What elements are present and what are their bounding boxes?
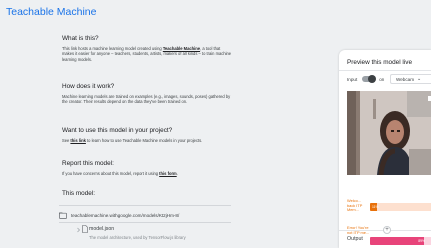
plus-icon: + bbox=[385, 227, 389, 233]
teachable-machine-link[interactable]: Teachable Machine bbox=[163, 46, 200, 51]
folder-link-icon bbox=[59, 212, 67, 219]
model-file-desc: The model architecture, used by TensorFl… bbox=[89, 235, 186, 240]
output-label: Output bbox=[347, 236, 363, 242]
info-column: What is this? This link hosts a machine … bbox=[59, 26, 239, 248]
preview-title: Preview this model live bbox=[347, 59, 412, 66]
webcam-frame-image bbox=[347, 91, 431, 175]
input-label: Input bbox=[347, 76, 358, 82]
input-source-select[interactable]: Webcam ⌄ bbox=[390, 74, 431, 84]
model-url-row[interactable]: teachablemachine.withgoogle.com/models/K… bbox=[59, 211, 234, 220]
model-url[interactable]: teachablemachine.withgoogle.com/models/K… bbox=[71, 213, 179, 218]
what-body: This link hosts a machine learning model… bbox=[62, 46, 232, 62]
class-percent: 89% bbox=[418, 239, 425, 243]
input-toggle[interactable] bbox=[362, 75, 377, 83]
preview-panel: Preview this model live Input on Webcam … bbox=[339, 50, 431, 248]
class-label: Error! You're not ITP me... bbox=[347, 225, 370, 235]
divider bbox=[59, 222, 231, 223]
report-form-link[interactable]: this form bbox=[159, 171, 177, 176]
model-file-row[interactable]: model.json The model architecture, used … bbox=[76, 225, 226, 243]
use-body: See this link to learn how to use Teacha… bbox=[62, 138, 232, 143]
divider bbox=[339, 70, 431, 71]
add-button[interactable]: + bbox=[383, 226, 391, 234]
top-bar: Teachable Machine bbox=[0, 0, 431, 26]
use-body-post: to learn how to use Teachable Machine mo… bbox=[85, 138, 203, 143]
class-label: Welco... back ITP Mem... bbox=[347, 198, 363, 213]
use-title: Want to use this model in your project? bbox=[62, 127, 173, 134]
toggle-state-label: on bbox=[379, 76, 385, 82]
what-title: What is this? bbox=[62, 35, 99, 42]
report-body: If you have concerns about this model, r… bbox=[62, 171, 232, 176]
model-title: This model: bbox=[62, 190, 96, 197]
class-bar-fill bbox=[370, 237, 425, 245]
chevron-down-icon: ⌄ bbox=[417, 76, 422, 82]
divider bbox=[59, 205, 231, 206]
class-bar-track: 11% bbox=[370, 203, 431, 211]
class-bar-track: 89% bbox=[370, 237, 431, 245]
report-body-post: . bbox=[176, 171, 178, 176]
class-percent: 11% bbox=[372, 205, 379, 209]
report-title: Report this model: bbox=[62, 160, 114, 167]
this-link[interactable]: this link bbox=[70, 138, 85, 143]
model-file-name: model.json bbox=[89, 226, 115, 232]
brand-title[interactable]: Teachable Machine bbox=[6, 6, 96, 18]
input-row: Input on bbox=[347, 74, 384, 84]
input-source-value: Webcam bbox=[396, 76, 415, 82]
how-title: How does it work? bbox=[62, 83, 115, 90]
report-body-pre: If you have concerns about this model, r… bbox=[62, 171, 160, 176]
how-body: Machine learning models are trained on e… bbox=[62, 94, 231, 105]
toggle-knob bbox=[368, 75, 377, 83]
document-icon bbox=[82, 225, 88, 233]
what-body-pre: This link hosts a machine learning model… bbox=[62, 46, 163, 51]
webcam-preview bbox=[347, 91, 431, 175]
